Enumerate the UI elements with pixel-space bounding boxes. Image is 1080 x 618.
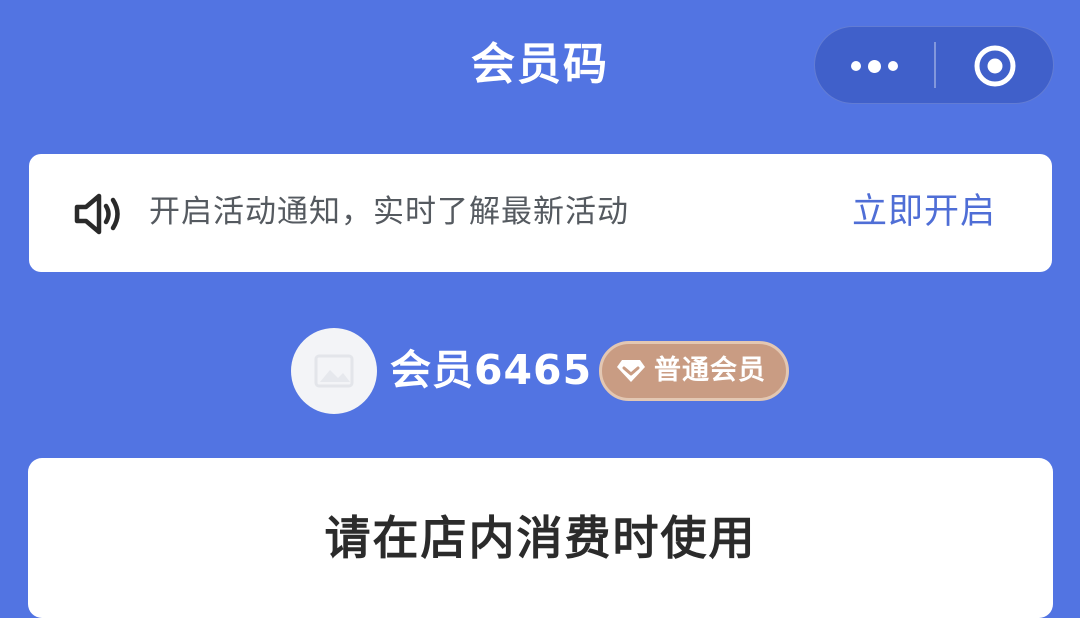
usage-hint: 请在店内消费时使用	[324, 511, 757, 565]
member-level-badge[interactable]: 普通会员	[599, 341, 789, 401]
image-placeholder-icon	[314, 354, 354, 388]
target-close-icon	[974, 45, 1016, 87]
notification-banner: 开启活动通知，实时了解最新活动 立即开启	[29, 154, 1052, 272]
member-name: 会员6465	[390, 346, 593, 394]
miniprogram-capsule	[814, 26, 1054, 104]
speaker-icon	[74, 193, 120, 235]
enable-notification-button[interactable]: 立即开启	[852, 188, 996, 236]
close-button[interactable]	[936, 27, 1054, 105]
diamond-icon	[617, 360, 645, 382]
notification-text: 开启活动通知，实时了解最新活动	[149, 194, 629, 230]
more-button[interactable]	[815, 27, 933, 105]
more-dots-icon	[850, 59, 898, 73]
member-code-card: 请在店内消费时使用	[28, 458, 1053, 618]
member-level-label: 普通会员	[654, 355, 766, 386]
avatar[interactable]	[291, 328, 377, 414]
